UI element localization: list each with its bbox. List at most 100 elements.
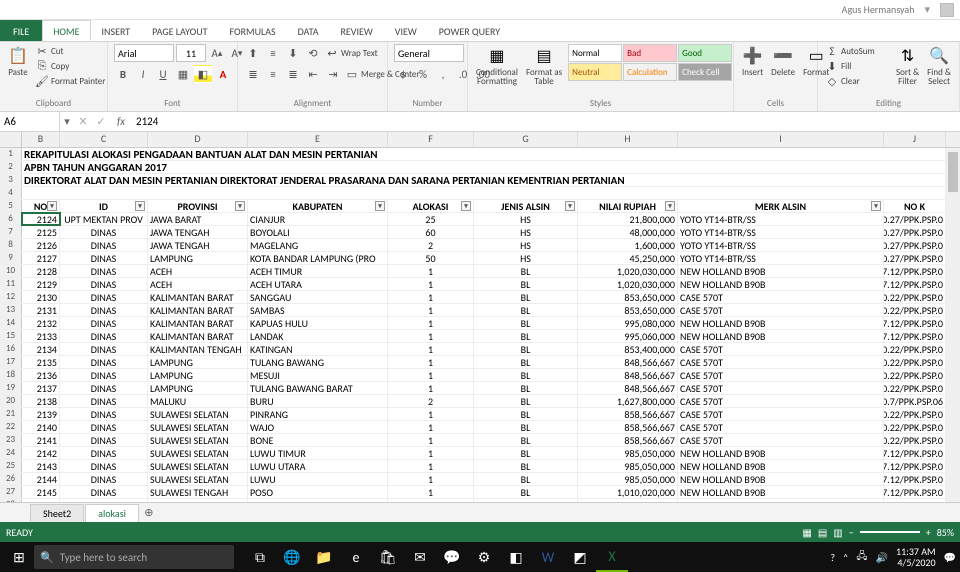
cell-provinsi[interactable]: SULAWESI SELATAN bbox=[148, 421, 248, 433]
filter-icon[interactable]: ▾ bbox=[235, 201, 245, 211]
sheet-tab-sheet2[interactable]: Sheet2 bbox=[30, 504, 84, 522]
style-check-cell[interactable]: Check Cell bbox=[678, 63, 732, 81]
paste-button[interactable]: 📋Paste bbox=[6, 44, 30, 79]
new-sheet-button[interactable]: ⊕ bbox=[140, 504, 158, 522]
row-header[interactable]: 4 bbox=[0, 187, 22, 199]
row-header[interactable]: 6 bbox=[0, 213, 22, 225]
cell-provinsi[interactable]: KALIMANTAN BARAT bbox=[148, 304, 248, 316]
cell-merk[interactable]: YOTO YT14-BTR/SS bbox=[678, 252, 884, 264]
hdr-merk[interactable]: MERK ALSIN▾ bbox=[678, 200, 884, 212]
cell-nok[interactable]: 30.22/PPK.PSP.0 bbox=[884, 369, 946, 381]
edge-icon[interactable]: e bbox=[340, 542, 372, 572]
filter-icon[interactable]: ▾ bbox=[871, 201, 881, 211]
cell-no[interactable]: 2142 bbox=[22, 447, 60, 459]
cell-no[interactable]: 2141 bbox=[22, 434, 60, 446]
row-header[interactable]: 19 bbox=[0, 382, 22, 394]
table-row[interactable]: 272145DINASSULAWESI TENGAHPOSO1BL1,010,0… bbox=[0, 486, 960, 499]
tab-review[interactable]: REVIEW bbox=[329, 20, 383, 41]
table-row[interactable]: 222140DINASSULAWESI SELATANWAJO1BL858,56… bbox=[0, 421, 960, 434]
cell-no[interactable]: 2131 bbox=[22, 304, 60, 316]
cell-kabupaten[interactable]: TULANG BAWANG bbox=[248, 356, 388, 368]
app2-icon[interactable]: ◩ bbox=[564, 542, 596, 572]
vertical-scrollbar[interactable] bbox=[946, 148, 960, 502]
cell-merk[interactable]: CASE 570T bbox=[678, 382, 884, 394]
hdr-jenis[interactable]: JENIS ALSIN▾ bbox=[474, 200, 578, 212]
cell-nilai[interactable]: 1,020,030,000 bbox=[578, 265, 678, 277]
cell-merk[interactable]: YOTO YT14-BTR/SS bbox=[678, 213, 884, 225]
row-header[interactable]: 18 bbox=[0, 369, 22, 381]
cell-nilai[interactable]: 995,080,000 bbox=[578, 317, 678, 329]
filter-icon[interactable]: ▾ bbox=[665, 201, 675, 211]
cell-alokasi[interactable]: 1 bbox=[388, 434, 474, 446]
cell-merk[interactable]: CASE 570T bbox=[678, 304, 884, 316]
cell-id[interactable]: DINAS bbox=[60, 382, 148, 394]
row-header[interactable]: 27 bbox=[0, 486, 22, 498]
table-row[interactable]: 192137DINASLAMPUNGTULANG BAWANG BARAT1BL… bbox=[0, 382, 960, 395]
style-normal[interactable]: Normal bbox=[568, 44, 622, 62]
cell-nilai[interactable]: 21,800,000 bbox=[578, 213, 678, 225]
delete-cells-button[interactable]: ➖Delete bbox=[769, 44, 797, 79]
cell-kabupaten[interactable]: KAPUAS HULU bbox=[248, 317, 388, 329]
cell-nilai[interactable]: 985,050,000 bbox=[578, 460, 678, 472]
cell-kabupaten[interactable]: SANGGAU bbox=[248, 291, 388, 303]
cell-merk[interactable]: CASE 570T bbox=[678, 421, 884, 433]
cell-nilai[interactable]: 848,566,667 bbox=[578, 369, 678, 381]
cell-provinsi[interactable]: KALIMANTAN TENGAH bbox=[148, 343, 248, 355]
align-right-button[interactable]: ≣ bbox=[284, 65, 302, 83]
format-as-table-button[interactable]: ▤Format as Table bbox=[524, 44, 564, 88]
cell-jenis[interactable]: BL bbox=[474, 304, 578, 316]
cell-merk[interactable]: NEW HOLLAND B90B bbox=[678, 278, 884, 290]
cell-no[interactable]: 2138 bbox=[22, 395, 60, 407]
hdr-provinsi[interactable]: PROVINSI▾ bbox=[148, 200, 248, 212]
hdr-kabupaten[interactable]: KABUPATEN▾ bbox=[248, 200, 388, 212]
chrome-icon[interactable]: 🌐 bbox=[276, 542, 308, 572]
table-row[interactable]: 132131DINASKALIMANTAN BARATSAMBAS1BL853,… bbox=[0, 304, 960, 317]
cell-merk[interactable]: CASE 570T bbox=[678, 408, 884, 420]
fill-button[interactable]: ⬇Fill bbox=[824, 59, 890, 73]
cell-id[interactable]: DINAS bbox=[60, 447, 148, 459]
cell-nilai[interactable]: 813,900,000 bbox=[578, 499, 678, 502]
cell-no[interactable]: 2136 bbox=[22, 369, 60, 381]
cell-nok[interactable]: 27.12/PPK.PSP.0 bbox=[884, 460, 946, 472]
row-header[interactable]: 23 bbox=[0, 434, 22, 446]
cell-provinsi[interactable]: ACEH bbox=[148, 265, 248, 277]
cell-alokasi[interactable]: 1 bbox=[388, 278, 474, 290]
cell-id[interactable]: DINAS bbox=[60, 499, 148, 502]
cell-nilai[interactable]: 1,020,030,000 bbox=[578, 278, 678, 290]
col-header[interactable]: J bbox=[884, 132, 946, 147]
hdr-nok[interactable]: NO K bbox=[884, 200, 946, 212]
cell-id[interactable]: DINAS bbox=[60, 486, 148, 498]
wrap-text-button[interactable]: ↩Wrap Text bbox=[324, 44, 380, 62]
filter-icon[interactable]: ▾ bbox=[565, 201, 575, 211]
cell-no[interactable]: 2145 bbox=[22, 486, 60, 498]
tab-home[interactable]: HOME bbox=[42, 20, 90, 41]
hdr-no[interactable]: NO▾ bbox=[22, 200, 60, 212]
clear-button[interactable]: ◇Clear bbox=[824, 74, 890, 88]
fx-icon[interactable]: fx bbox=[110, 115, 132, 128]
align-center-button[interactable]: ≡ bbox=[264, 65, 282, 83]
col-header[interactable]: B bbox=[22, 132, 60, 147]
tab-insert[interactable]: INSERT bbox=[91, 20, 142, 41]
cell-merk[interactable]: CASE 570T bbox=[678, 343, 884, 355]
cell-provinsi[interactable]: ACEH bbox=[148, 278, 248, 290]
cell-id[interactable]: DINAS bbox=[60, 460, 148, 472]
col-header[interactable]: G bbox=[474, 132, 578, 147]
cell-id[interactable]: DINAS bbox=[60, 239, 148, 251]
cell-no[interactable]: 2124 bbox=[22, 213, 60, 225]
filter-icon[interactable]: ▾ bbox=[375, 201, 385, 211]
cell-nilai[interactable]: 858,566,667 bbox=[578, 421, 678, 433]
cell-nok[interactable]: 30.27/PPK.PSP.0 bbox=[884, 239, 946, 251]
cell-provinsi[interactable]: LAMPUNG bbox=[148, 382, 248, 394]
cell-nilai[interactable]: 848,566,667 bbox=[578, 382, 678, 394]
cell-nok[interactable]: 30.22/PPK.PSP.0 bbox=[884, 421, 946, 433]
taskbar-clock[interactable]: 11:37 AM4/5/2020 bbox=[896, 546, 936, 568]
cell-jenis[interactable]: BL bbox=[474, 291, 578, 303]
row-header[interactable]: 11 bbox=[0, 278, 22, 290]
table-row[interactable]: 112129DINASACEHACEH UTARA1BL1,020,030,00… bbox=[0, 278, 960, 291]
style-good[interactable]: Good bbox=[678, 44, 732, 62]
currency-button[interactable]: $ bbox=[394, 65, 412, 83]
cell-kabupaten[interactable]: POSO bbox=[248, 486, 388, 498]
cell-nok[interactable]: 30.22/PPK.PSP.0 bbox=[884, 382, 946, 394]
help-icon[interactable]: ▾ bbox=[924, 3, 930, 16]
fill-color-button[interactable]: ◧ bbox=[194, 65, 212, 83]
